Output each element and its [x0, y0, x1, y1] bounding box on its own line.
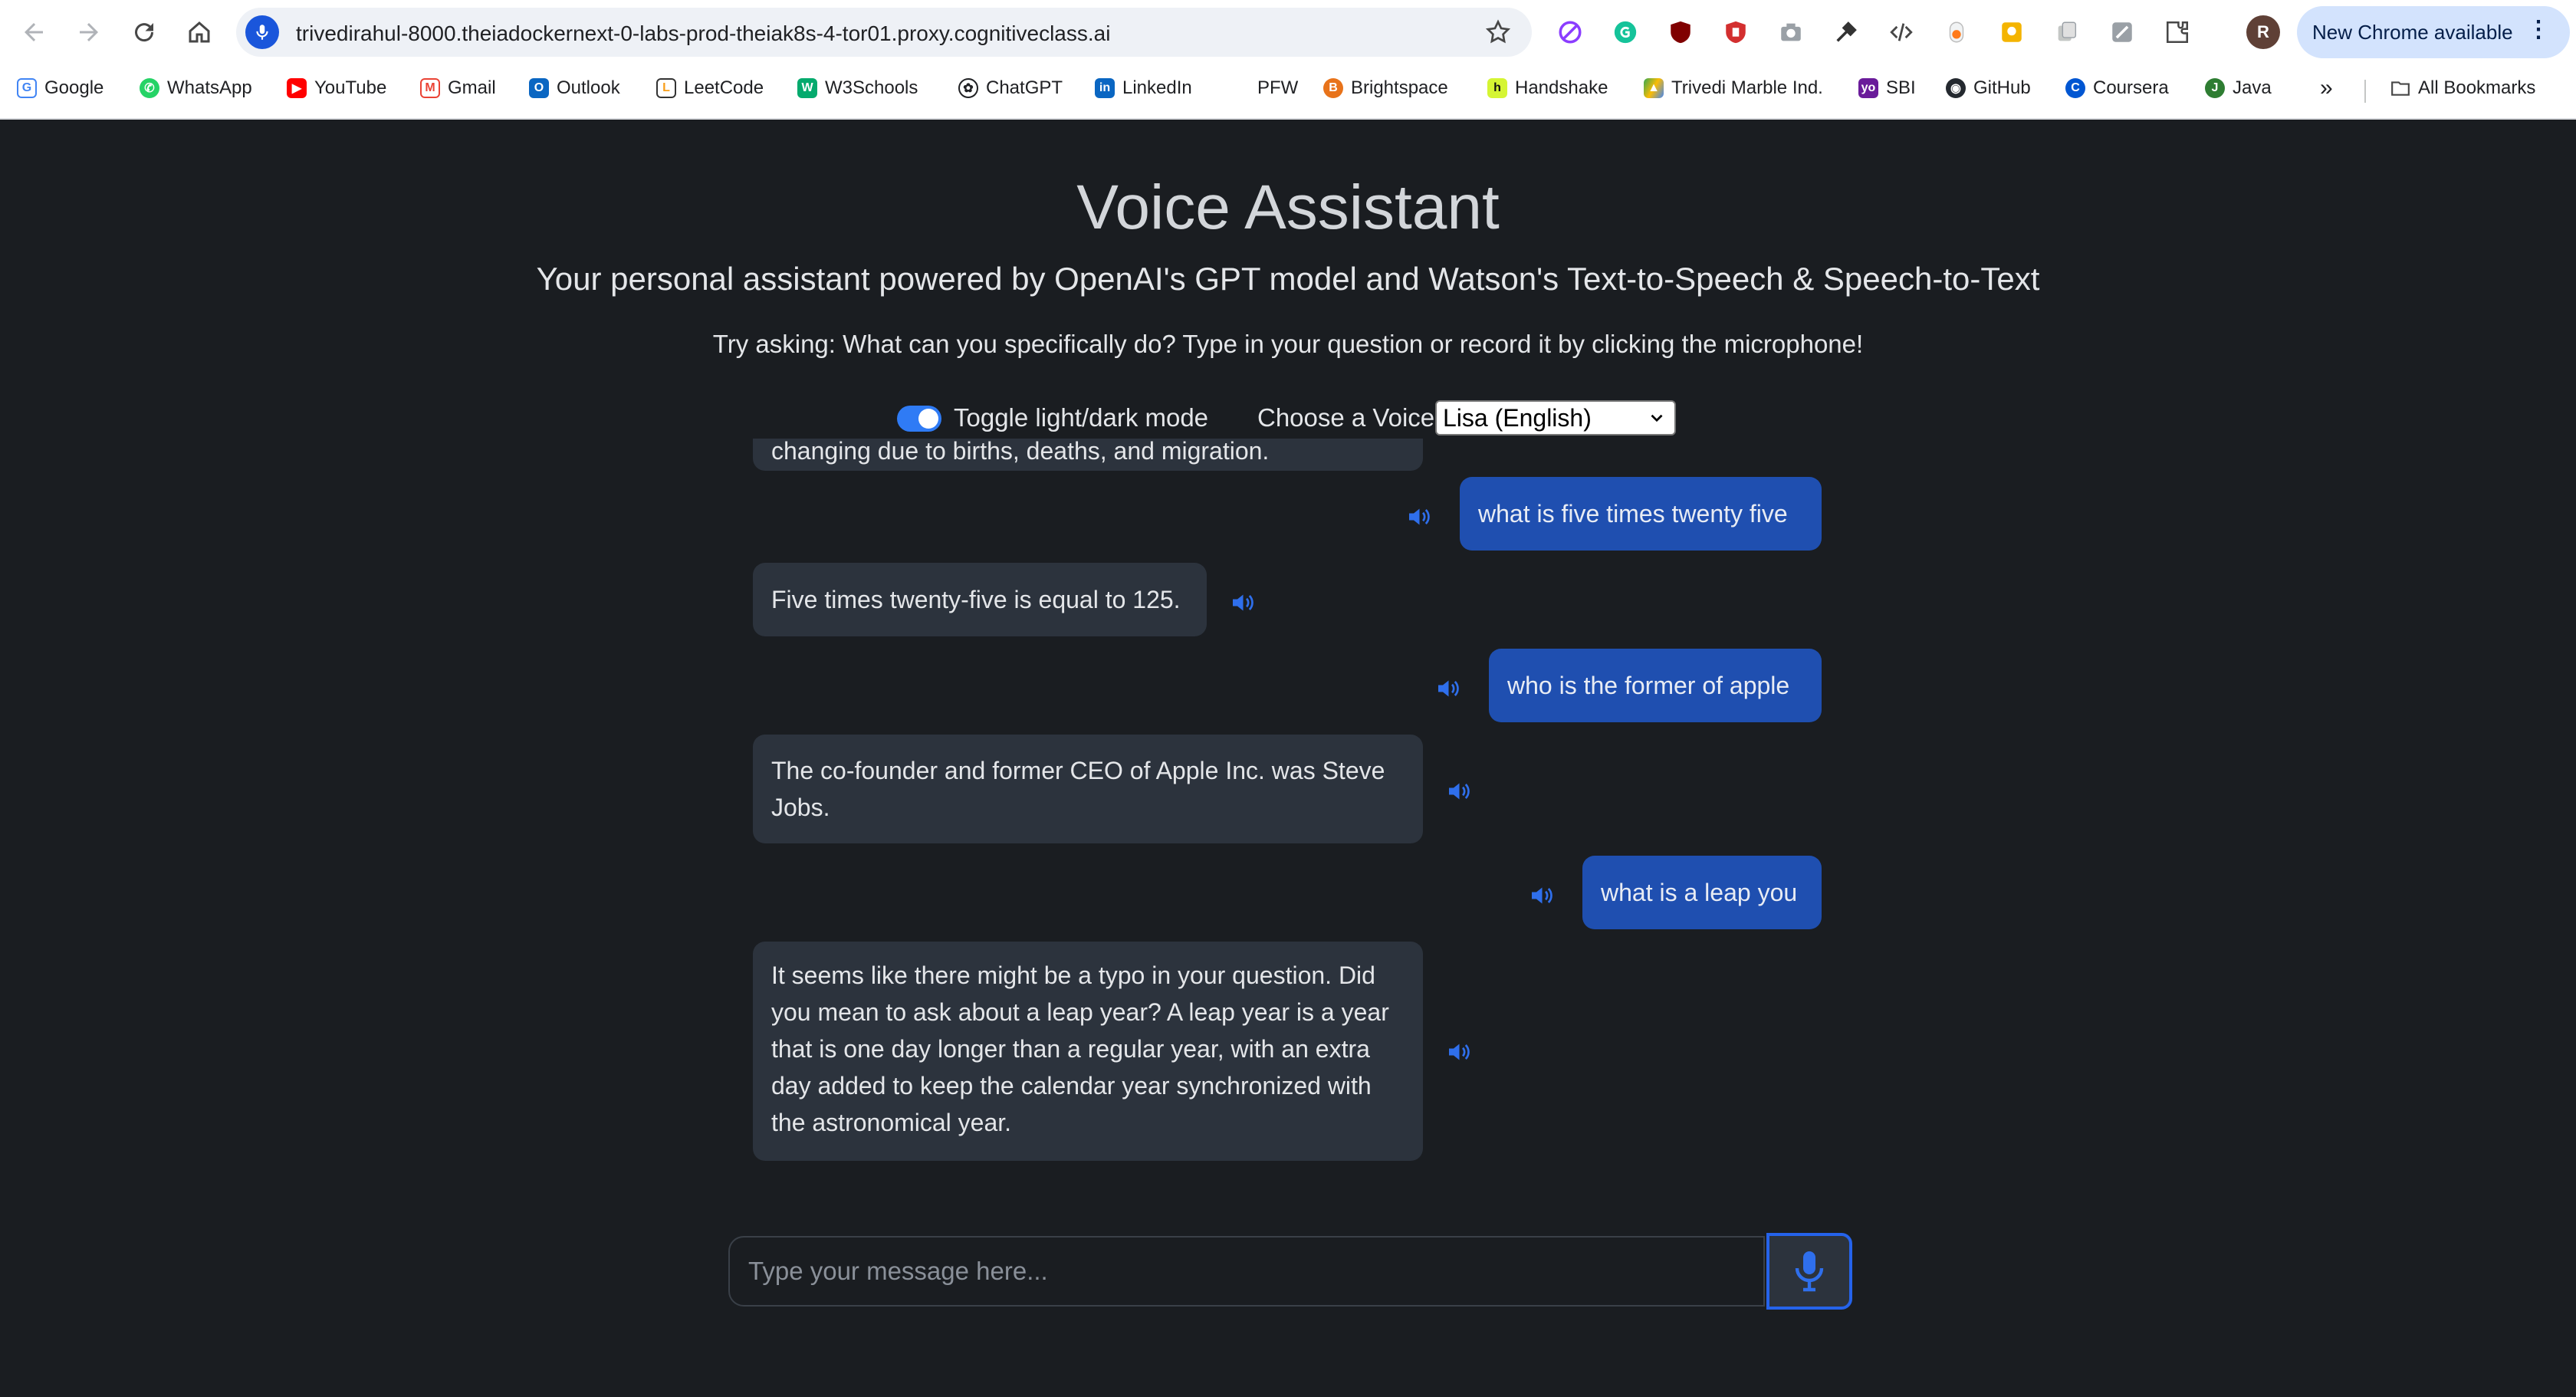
page-title: Voice Assistant [1076, 173, 1500, 242]
bookmark-trivedi-marble[interactable]: ▲ Trivedi Marble Ind. [1644, 74, 1823, 103]
record-button[interactable] [1766, 1233, 1852, 1310]
bot-message: It seems like there might be a typo in y… [753, 942, 1423, 1161]
folder-icon [2390, 78, 2410, 98]
bookmark-outlook[interactable]: O Outlook [529, 74, 620, 103]
bookmark-leetcode[interactable]: L LeetCode [656, 74, 764, 103]
bot-message: The co-founder and former CEO of Apple I… [753, 735, 1423, 843]
handshake-icon: h [1487, 78, 1507, 98]
bot-message: Five times twenty-five is equal to 125. [753, 563, 1207, 636]
speaker-icon[interactable] [1434, 675, 1461, 702]
github-icon: ◉ [1946, 78, 1966, 98]
voice-assistant-page: Voice Assistant Your personal assistant … [0, 120, 2576, 1397]
google-icon: G [17, 78, 37, 98]
profile-avatar[interactable]: R [2246, 15, 2280, 49]
bookmark-google[interactable]: G Google [17, 74, 104, 103]
bookmark-w3schools[interactable]: W W3Schools [797, 74, 918, 103]
chatgpt-icon: ✿ [958, 78, 978, 98]
eyedropper-icon[interactable] [1831, 17, 1861, 48]
w3schools-icon: W [797, 78, 817, 98]
chat-container[interactable]: changing due to births, deaths, and migr… [736, 439, 1840, 1313]
linkedin-icon: in [1095, 78, 1115, 98]
bookmark-brightspace[interactable]: B Brightspace [1323, 74, 1448, 103]
bookmarks-overflow-button[interactable]: » [2320, 74, 2333, 103]
chrome-update-button[interactable]: New Chrome available ⋮ [2297, 6, 2570, 58]
bookmark-gmail[interactable]: M Gmail [420, 74, 496, 103]
speaker-icon[interactable] [1527, 882, 1555, 909]
user-message: who is the former of apple [1489, 649, 1822, 722]
gmail-icon: M [420, 78, 440, 98]
message-input[interactable] [728, 1236, 1765, 1307]
usage-hint: Try asking: What can you specifically do… [712, 330, 1864, 358]
drive-icon: ▲ [1644, 78, 1664, 98]
extensions-puzzle-icon[interactable] [2162, 17, 2193, 48]
honey-icon[interactable] [1941, 17, 1972, 48]
page-subtitle: Your personal assistant powered by OpenA… [536, 261, 2040, 297]
more-menu-icon[interactable]: ⋮ [2527, 18, 2550, 41]
outlook-icon: O [529, 78, 549, 98]
bookmark-java[interactable]: J Java [2205, 74, 2272, 103]
bot-message-partial: changing due to births, deaths, and migr… [753, 439, 1423, 471]
home-button[interactable] [182, 15, 216, 49]
all-bookmarks-button[interactable]: All Bookmarks [2390, 74, 2535, 103]
chevron-down-icon [1651, 414, 1663, 422]
bookmark-chatgpt[interactable]: ✿ ChatGPT [958, 74, 1063, 103]
bookmark-star-icon[interactable] [1484, 18, 1512, 46]
bookmark-whatsapp[interactable]: ✆ WhatsApp [140, 74, 252, 103]
bookmarks-divider [2364, 80, 2366, 103]
bookmark-linkedin[interactable]: in LinkedIn [1095, 74, 1192, 103]
message-input-row [728, 1233, 1852, 1310]
bookmark-sbi[interactable]: yo SBI [1858, 74, 1916, 103]
user-message: what is five times twenty five [1460, 477, 1822, 551]
reload-button[interactable] [127, 15, 161, 49]
camera-icon[interactable] [1776, 17, 1806, 48]
bookmark-youtube[interactable]: ▶ YouTube [287, 74, 386, 103]
bookmarks-bar: G Google ✆ WhatsApp ▶ YouTube M Gmail O Outlo… [0, 69, 2576, 107]
microphone-icon [1795, 1251, 1824, 1292]
ublock-icon[interactable] [1665, 17, 1696, 48]
grammarly-icon[interactable] [1610, 17, 1641, 48]
dark-mode-toggle[interactable] [897, 406, 941, 432]
youtube-icon: ▶ [287, 78, 307, 98]
voice-select-value: Lisa (English) [1443, 403, 1592, 432]
speaker-icon[interactable] [1405, 503, 1432, 531]
voice-label: Choose a Voice [1257, 403, 1435, 432]
url-text[interactable]: trivedirahul-8000.theiadockernext-0-labs… [296, 21, 1110, 46]
bookmark-handshake[interactable]: h Handshake [1487, 74, 1608, 103]
speaker-icon[interactable] [1228, 589, 1256, 616]
pen-extension-icon[interactable] [2107, 17, 2137, 48]
bookmark-github[interactable]: ◉ GitHub [1946, 74, 2031, 103]
toggle-knob [918, 409, 938, 429]
forward-button[interactable] [72, 15, 106, 49]
copy-extension-icon[interactable] [2052, 17, 2082, 48]
adblock-icon[interactable] [1720, 17, 1751, 48]
coursera-icon: C [2065, 78, 2085, 98]
sbi-icon: yo [1858, 78, 1878, 98]
block-extension-icon[interactable] [1555, 17, 1585, 48]
browser-toolbar: trivedirahul-8000.theiadockernext-0-labs… [0, 0, 2576, 64]
brightspace-icon: B [1323, 78, 1343, 98]
speaker-icon[interactable] [1444, 777, 1472, 805]
whatsapp-icon: ✆ [140, 78, 159, 98]
sticky-note-icon[interactable] [1996, 17, 2027, 48]
voice-select[interactable]: Lisa (English) [1435, 400, 1676, 436]
bookmark-coursera[interactable]: C Coursera [2065, 74, 2169, 103]
user-message: what is a leap you [1582, 856, 1822, 929]
code-icon[interactable] [1886, 17, 1917, 48]
browser-chrome: trivedirahul-8000.theiadockernext-0-labs… [0, 0, 2576, 120]
bookmark-pfw[interactable]: PFW [1257, 74, 1298, 103]
settings-controls: Toggle light/dark mode Choose a Voice Li… [0, 399, 2576, 437]
java-icon: J [2205, 78, 2225, 98]
back-button[interactable] [17, 15, 51, 49]
toggle-label: Toggle light/dark mode [954, 403, 1209, 432]
speaker-icon[interactable] [1444, 1038, 1472, 1066]
mic-active-icon [245, 15, 279, 49]
leetcode-icon: L [656, 78, 676, 98]
address-bar[interactable]: trivedirahul-8000.theiadockernext-0-labs… [236, 8, 1532, 57]
chrome-update-label: New Chrome available [2312, 20, 2513, 44]
